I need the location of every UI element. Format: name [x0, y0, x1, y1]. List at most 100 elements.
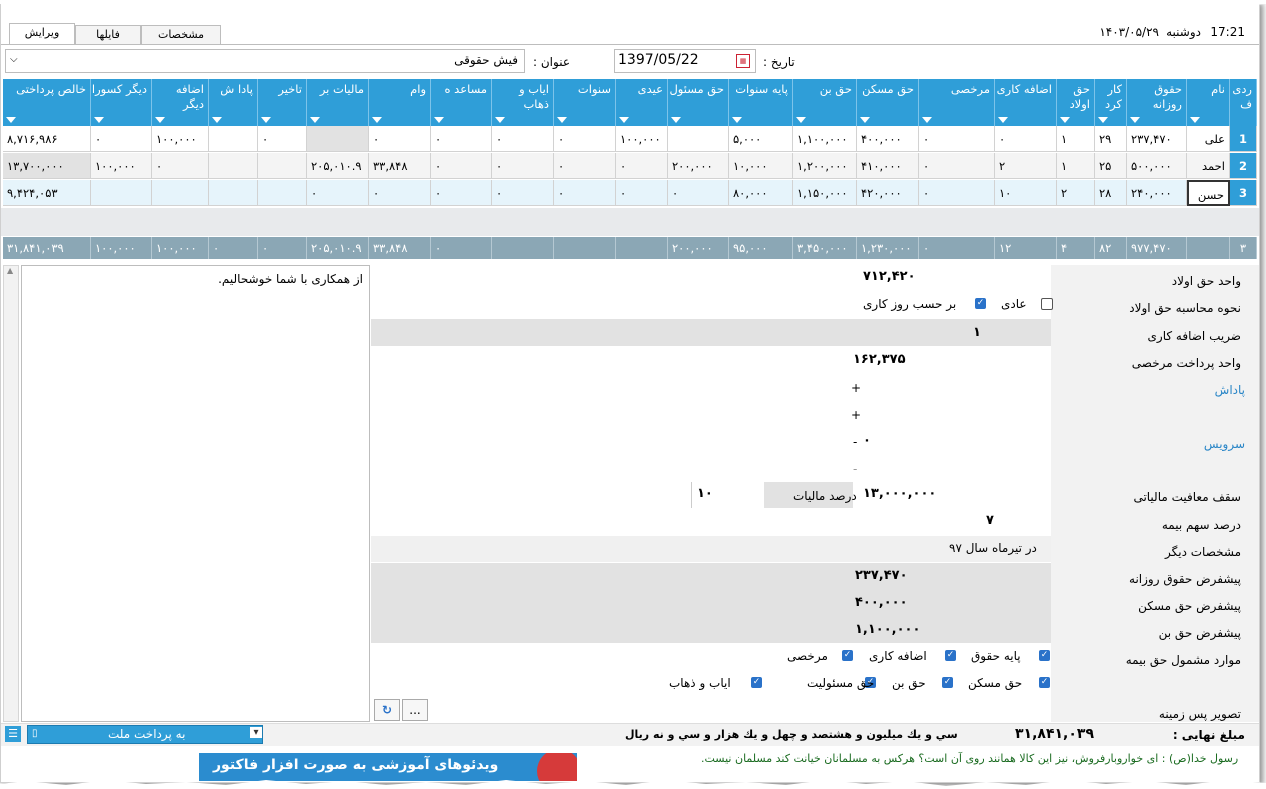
table-cell[interactable]: ۱	[1057, 126, 1095, 152]
table-cell[interactable]: علی	[1187, 126, 1230, 152]
tab-edit[interactable]: ویرایش	[9, 23, 75, 44]
bank-select[interactable]: ▾ به پرداخت ملت ▯	[27, 725, 263, 744]
table-cell[interactable]: ۰	[554, 153, 616, 179]
table-cell[interactable]	[91, 180, 152, 206]
filter-icon[interactable]	[557, 117, 567, 123]
table-cell[interactable]: ۰	[492, 126, 554, 152]
table-cell[interactable]: ۰	[369, 180, 431, 206]
table-cell[interactable]: ۱۰,۰۰۰	[729, 153, 793, 179]
column-header[interactable]: خالص پرداختی	[3, 79, 91, 126]
table-cell[interactable]: ۰	[554, 126, 616, 152]
filter-icon[interactable]	[1060, 117, 1070, 123]
column-header[interactable]: عیدی	[616, 79, 668, 126]
table-cell[interactable]: ۵,۰۰۰	[729, 126, 793, 152]
table-cell[interactable]: ۰	[616, 180, 668, 206]
filter-icon[interactable]	[860, 117, 870, 123]
table-cell[interactable]: ۲۴۰,۰۰۰	[1127, 180, 1187, 206]
filter-icon[interactable]	[261, 117, 271, 123]
table-cell[interactable]: ۱۰۰,۰۰۰	[91, 153, 152, 179]
table-cell[interactable]: ۰	[616, 153, 668, 179]
filter-icon[interactable]	[434, 117, 444, 123]
table-cell[interactable]: ۱,۱۵۰,۰۰۰	[793, 180, 857, 206]
filter-icon[interactable]	[1130, 117, 1140, 123]
table-cell[interactable]: ۴۲۰,۰۰۰	[857, 180, 919, 206]
column-header[interactable]: حق بن	[793, 79, 857, 126]
table-cell[interactable]: ۲۰۰,۰۰۰	[668, 153, 729, 179]
table-cell[interactable]: ۰	[258, 126, 307, 152]
table-cell[interactable]: ۲	[995, 153, 1057, 179]
column-header[interactable]: ردی ف	[1230, 79, 1257, 126]
plus-icon[interactable]: +	[851, 381, 861, 395]
table-cell[interactable]: ۱	[1057, 153, 1095, 179]
column-header[interactable]: سنوات	[554, 79, 616, 126]
table-cell[interactable]: ۸,۷۱۶,۹۸۶	[3, 126, 91, 152]
filter-icon[interactable]	[732, 117, 742, 123]
table-cell[interactable]: ۰	[919, 180, 995, 206]
table-cell[interactable]	[668, 126, 729, 152]
column-header[interactable]: اضافه دیگر	[152, 79, 209, 126]
scrollbar[interactable]: ▲	[3, 265, 19, 722]
table-cell[interactable]: ۱۳,۷۰۰,۰۰۰	[3, 153, 91, 179]
table-cell[interactable]	[209, 180, 258, 206]
filter-icon[interactable]	[310, 117, 320, 123]
note-box[interactable]: از همکاری با شما خوشحالیم.	[21, 265, 370, 722]
table-cell[interactable]: ۰	[431, 126, 492, 152]
table-cell[interactable]: ۱,۱۰۰,۰۰۰	[793, 126, 857, 152]
column-header[interactable]: حقوق روزانه	[1127, 79, 1187, 126]
insured-checkbox[interactable]: ✓	[1039, 677, 1050, 688]
column-header[interactable]: دیگر کسورا	[91, 79, 152, 126]
column-header[interactable]: مرخصی	[919, 79, 995, 126]
table-cell[interactable]: ۲۵	[1095, 153, 1127, 179]
column-header[interactable]: تاخیر	[258, 79, 307, 126]
table-cell[interactable]: ۰	[431, 153, 492, 179]
filter-icon[interactable]	[372, 117, 382, 123]
date-input[interactable]: 1397/05/22 ▦	[614, 49, 756, 73]
table-cell[interactable]	[152, 180, 209, 206]
table-cell[interactable]: ۲۸	[1095, 180, 1127, 206]
table-cell[interactable]: ۱,۲۰۰,۰۰۰	[793, 153, 857, 179]
filter-icon[interactable]	[1098, 117, 1108, 123]
filter-icon[interactable]	[619, 117, 629, 123]
refresh-button[interactable]: ↻	[374, 699, 400, 721]
table-cell[interactable]: ۰	[431, 180, 492, 206]
table-cell[interactable]: ۹,۴۲۴,۰۵۳	[3, 180, 91, 206]
table-cell[interactable]: ۱۰۰,۰۰۰	[616, 126, 668, 152]
filter-icon[interactable]	[94, 117, 104, 123]
insured-checkbox[interactable]: ✓	[751, 677, 762, 688]
child-method-normal-checkbox[interactable]	[1041, 298, 1053, 310]
child-method-workday-checkbox[interactable]: ✓	[975, 298, 986, 309]
tab-files[interactable]: فایلها	[75, 25, 141, 44]
insured-checkbox[interactable]: ✓	[945, 650, 956, 661]
calendar-icon[interactable]: ▦	[736, 54, 750, 68]
table-cell[interactable]: ۵۰۰,۰۰۰	[1127, 153, 1187, 179]
table-cell[interactable]: ۰	[919, 153, 995, 179]
video-banner[interactable]: ویدئوهای آموزشی به صورت افزار فاکتور	[199, 753, 577, 781]
table-cell[interactable]: ۲۹	[1095, 126, 1127, 152]
minus-icon[interactable]: -	[853, 462, 857, 476]
filter-icon[interactable]	[1190, 117, 1200, 123]
table-cell[interactable]: ۴۰۰,۰۰۰	[857, 126, 919, 152]
table-cell[interactable]: ۴۱۰,۰۰۰	[857, 153, 919, 179]
table-cell[interactable]: ۰	[668, 180, 729, 206]
table-cell[interactable]: ۰	[554, 180, 616, 206]
column-header[interactable]: اضافه کاری	[995, 79, 1057, 126]
filter-icon[interactable]	[796, 117, 806, 123]
menu-icon[interactable]: ☰	[5, 726, 21, 742]
table-cell[interactable]: ۰	[152, 153, 209, 179]
title-dropdown[interactable]: ⌵ فیش حقوقی	[5, 49, 525, 73]
table-cell[interactable]	[307, 126, 369, 152]
row-number[interactable]: 1	[1230, 126, 1257, 152]
filter-icon[interactable]	[998, 117, 1008, 123]
table-cell[interactable]: ۰	[307, 180, 369, 206]
column-header[interactable]: ایاب و ذهاب	[492, 79, 554, 126]
column-header[interactable]: حق اولاد	[1057, 79, 1095, 126]
filter-icon[interactable]	[922, 117, 932, 123]
filter-icon[interactable]	[495, 117, 505, 123]
insured-checkbox[interactable]: ✓	[842, 650, 853, 661]
table-cell[interactable]: ۰	[995, 126, 1057, 152]
row-number[interactable]: 3	[1230, 180, 1257, 206]
table-cell[interactable]: احمد	[1187, 153, 1230, 179]
browse-button[interactable]: ...	[402, 699, 428, 721]
table-cell[interactable]: ۸۰,۰۰۰	[729, 180, 793, 206]
table-cell[interactable]	[258, 153, 307, 179]
